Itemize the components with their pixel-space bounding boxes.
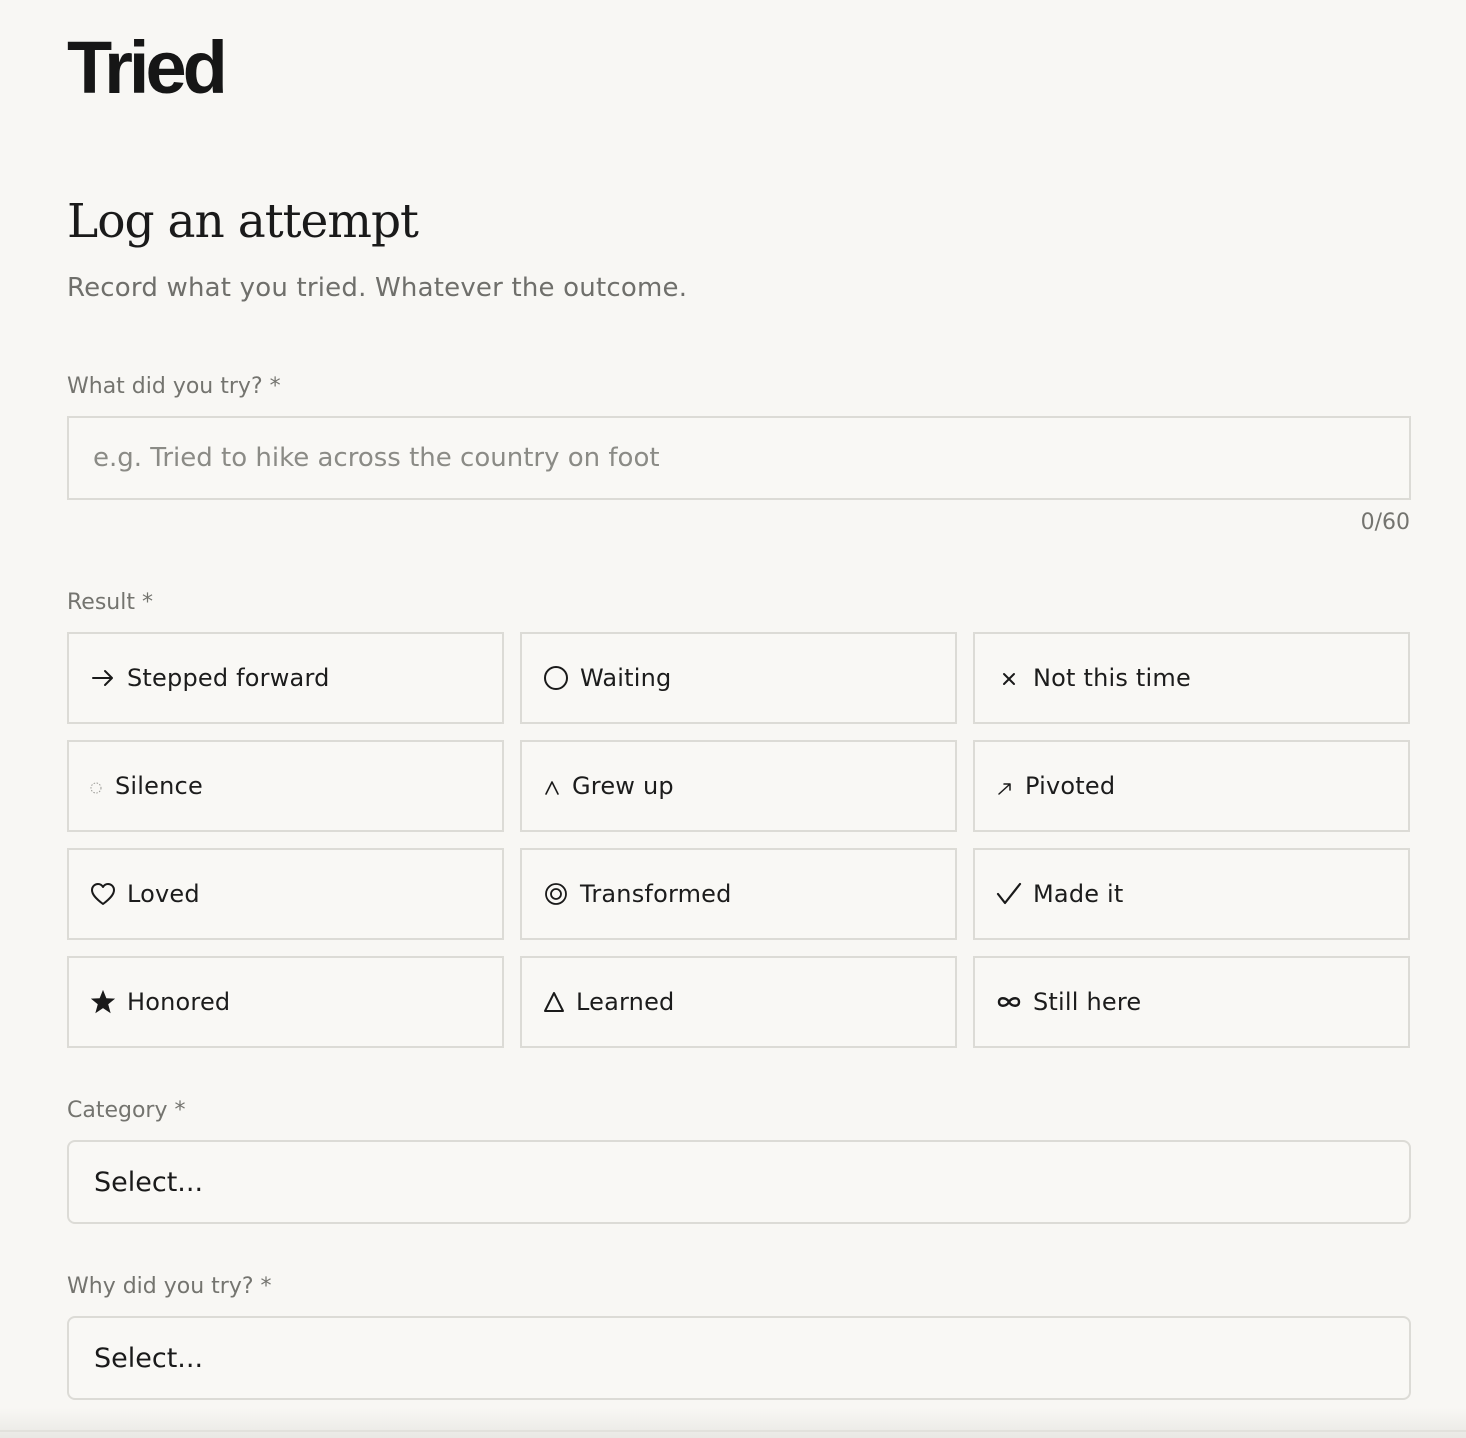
caret-up-icon bbox=[542, 772, 562, 800]
why-select-value: Select... bbox=[94, 1342, 204, 1374]
result-option-grew-up[interactable]: Grew up bbox=[520, 740, 957, 832]
result-option-label: Made it bbox=[1033, 880, 1124, 908]
result-options-grid: Stepped forward Waiting Not this time Si… bbox=[67, 632, 1411, 1048]
attempt-field-label: What did you try? * bbox=[67, 374, 281, 399]
page-title: Log an attempt bbox=[67, 194, 419, 249]
category-select-value: Select... bbox=[94, 1166, 204, 1198]
heart-icon bbox=[89, 880, 117, 908]
result-option-pivoted[interactable]: Pivoted bbox=[973, 740, 1410, 832]
circle-icon bbox=[542, 664, 570, 692]
result-option-label: Transformed bbox=[580, 880, 732, 908]
attempt-input[interactable] bbox=[67, 416, 1411, 500]
why-select[interactable]: Select... bbox=[67, 1316, 1411, 1400]
x-icon bbox=[995, 664, 1023, 692]
infinity-icon bbox=[995, 988, 1023, 1016]
app-logo[interactable]: Tried bbox=[67, 26, 228, 110]
result-field-label: Result * bbox=[67, 590, 153, 615]
arrow-up-right-icon bbox=[995, 772, 1015, 800]
bottom-fade bbox=[0, 1408, 1466, 1438]
result-option-label: Stepped forward bbox=[127, 664, 330, 692]
result-option-transformed[interactable]: Transformed bbox=[520, 848, 957, 940]
result-option-still-here[interactable]: Still here bbox=[973, 956, 1410, 1048]
result-option-label: Silence bbox=[115, 772, 203, 800]
result-option-label: Waiting bbox=[580, 664, 672, 692]
checkmark-icon bbox=[995, 880, 1023, 908]
result-option-silence[interactable]: Silence bbox=[67, 740, 504, 832]
result-option-honored[interactable]: Honored bbox=[67, 956, 504, 1048]
result-option-label: Not this time bbox=[1033, 664, 1191, 692]
character-counter: 0/60 bbox=[1360, 510, 1410, 535]
result-option-learned[interactable]: Learned bbox=[520, 956, 957, 1048]
result-option-label: Still here bbox=[1033, 988, 1142, 1016]
triangle-icon bbox=[542, 988, 566, 1016]
result-option-not-this-time[interactable]: Not this time bbox=[973, 632, 1410, 724]
dotted-circle-icon bbox=[89, 772, 105, 800]
result-option-label: Loved bbox=[127, 880, 200, 908]
result-option-waiting[interactable]: Waiting bbox=[520, 632, 957, 724]
result-option-loved[interactable]: Loved bbox=[67, 848, 504, 940]
page-subtitle: Record what you tried. Whatever the outc… bbox=[67, 273, 688, 303]
result-option-label: Learned bbox=[576, 988, 675, 1016]
category-field-label: Category * bbox=[67, 1098, 186, 1123]
result-option-label: Grew up bbox=[572, 772, 674, 800]
result-option-label: Honored bbox=[127, 988, 231, 1016]
why-field-label: Why did you try? * bbox=[67, 1274, 272, 1299]
category-select[interactable]: Select... bbox=[67, 1140, 1411, 1224]
target-icon bbox=[542, 880, 570, 908]
result-option-label: Pivoted bbox=[1025, 772, 1116, 800]
result-option-stepped-forward[interactable]: Stepped forward bbox=[67, 632, 504, 724]
arrow-right-icon bbox=[89, 664, 117, 692]
bottom-divider bbox=[0, 1430, 1466, 1432]
star-icon bbox=[89, 988, 117, 1016]
result-option-made-it[interactable]: Made it bbox=[973, 848, 1410, 940]
